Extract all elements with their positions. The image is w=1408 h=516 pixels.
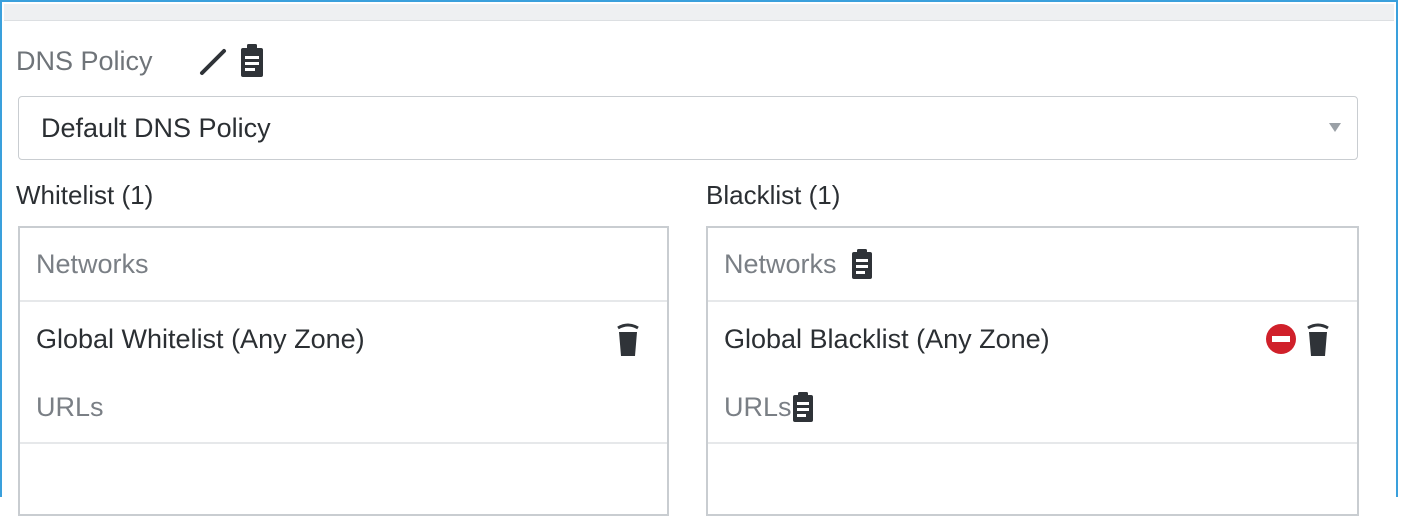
dns-policy-label: DNS Policy xyxy=(16,45,153,76)
whitelist-title: Whitelist (1) xyxy=(16,180,154,210)
trash-icon[interactable] xyxy=(615,320,641,358)
clipboard-icon[interactable] xyxy=(851,248,873,280)
dns-policy-panel: DNS Policy Default DNS Policy Whitelist … xyxy=(0,0,1398,516)
dns-policy-selected-value: Default DNS Policy xyxy=(41,112,271,143)
blacklist-networks-header: Networks xyxy=(708,228,1357,302)
whitelist-networks-label: Networks xyxy=(36,248,149,279)
chevron-down-icon[interactable] xyxy=(1329,123,1341,132)
clipboard-icon[interactable] xyxy=(792,391,814,423)
remove-icon[interactable] xyxy=(1265,323,1297,355)
blacklist-entry-label: Global Blacklist (Any Zone) xyxy=(724,323,1050,354)
blacklist-title: Blacklist (1) xyxy=(706,180,841,210)
pencil-icon[interactable] xyxy=(197,45,229,77)
top-strip xyxy=(4,4,1394,21)
whitelist-urls-label: URLs xyxy=(36,391,104,422)
trash-icon[interactable] xyxy=(1305,320,1331,358)
whitelist-panel: Networks Global Whitelist (Any Zone) URL… xyxy=(18,226,669,516)
dns-policy-select[interactable]: Default DNS Policy xyxy=(18,96,1358,160)
whitelist-entry-label: Global Whitelist (Any Zone) xyxy=(36,323,365,354)
blacklist-entry: Global Blacklist (Any Zone) xyxy=(708,302,1357,376)
whitelist-urls-header: URLs xyxy=(20,372,667,444)
whitelist-networks-header: Networks xyxy=(20,228,667,302)
blacklist-networks-label: Networks xyxy=(724,248,837,279)
blacklist-panel: Networks Global Blacklist (Any Zone) URL… xyxy=(706,226,1359,516)
clipboard-icon[interactable] xyxy=(239,43,265,79)
blacklist-urls-header: URLs xyxy=(708,372,1357,444)
dns-policy-header: DNS Policy xyxy=(16,38,265,84)
blacklist-urls-label: URLs xyxy=(724,391,792,422)
whitelist-entry: Global Whitelist (Any Zone) xyxy=(20,302,667,376)
blacklist-entry-actions xyxy=(1265,320,1331,358)
whitelist-entry-actions xyxy=(615,320,641,358)
